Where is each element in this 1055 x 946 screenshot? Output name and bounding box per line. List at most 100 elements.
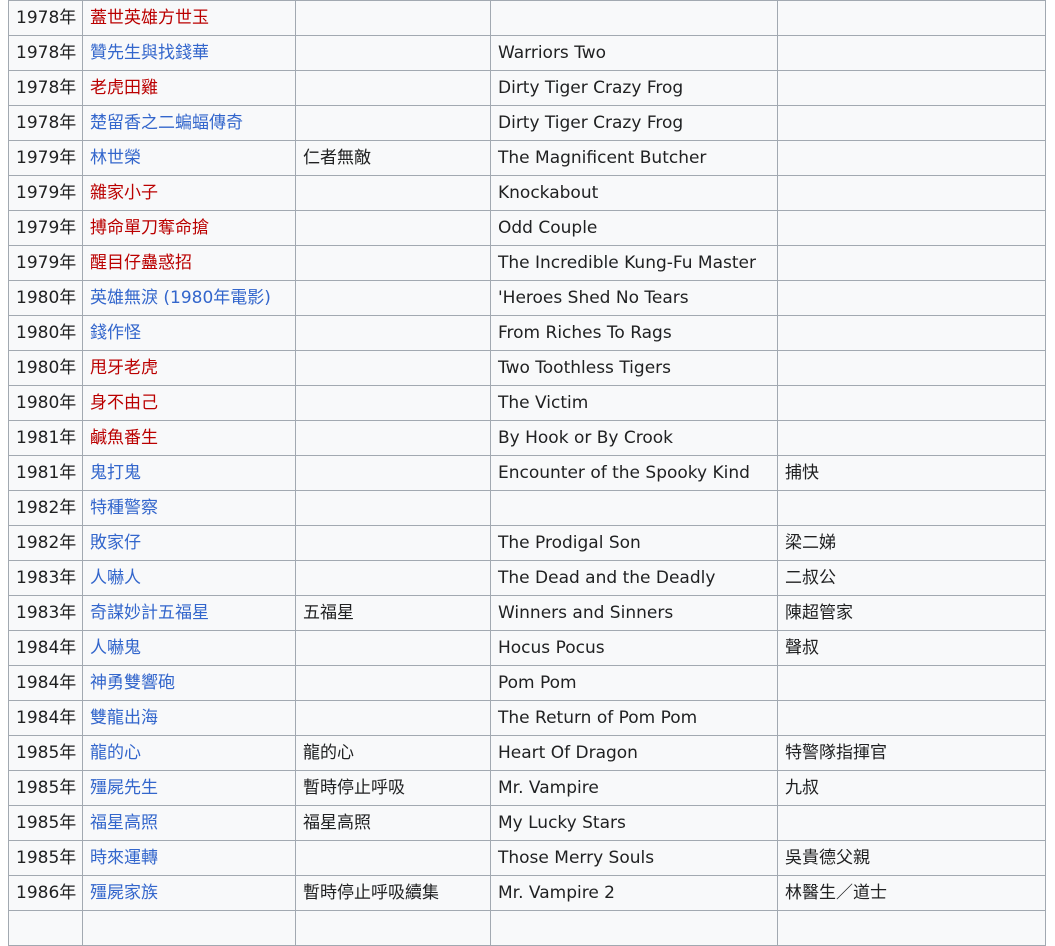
english-title-cell: By Hook or By Crook — [490, 420, 778, 456]
film-title-link[interactable]: 時來運轉 — [90, 848, 158, 868]
role-cell — [777, 350, 1046, 386]
english-title-cell — [490, 0, 778, 36]
film-title-link[interactable]: 搏命單刀奪命搶 — [90, 218, 209, 238]
film-title-link[interactable]: 特種警察 — [90, 498, 158, 518]
role-cell — [777, 0, 1046, 36]
english-title-cell: Dirty Tiger Crazy Frog — [490, 105, 778, 141]
table-row: 1985年 時來運轉 Those Merry Souls 吳貴德父親 — [8, 840, 1046, 876]
film-title-link[interactable]: 神勇雙響砲 — [90, 673, 175, 693]
film-title-link[interactable]: 奇謀妙計五福星 — [90, 603, 209, 623]
english-title-cell: Dirty Tiger Crazy Frog — [490, 70, 778, 106]
table-row: 1980年 英雄無淚 (1980年電影) 'Heroes Shed No Tears — [8, 280, 1046, 316]
year-cell: 1984年 — [8, 700, 83, 736]
table-row: 1980年 錢作怪 From Riches To Rags — [8, 315, 1046, 351]
alt-title-cell — [295, 210, 491, 246]
film-title-link[interactable]: 鬼打鬼 — [90, 463, 141, 483]
film-title-link[interactable]: 人嚇鬼 — [90, 638, 141, 658]
table-row: 1982年 敗家仔 The Prodigal Son 梁二娣 — [8, 525, 1046, 561]
english-title-cell: The Prodigal Son — [490, 525, 778, 561]
year-cell: 1985年 — [8, 770, 83, 806]
year-cell: 1982年 — [8, 490, 83, 526]
film-title-link[interactable]: 龍的心 — [90, 743, 141, 763]
title-cell: 雙龍出海 — [82, 700, 296, 736]
film-title-link[interactable]: 老虎田雞 — [90, 78, 158, 98]
alt-title-cell — [295, 420, 491, 456]
english-title-cell: Heart Of Dragon — [490, 735, 778, 771]
empty-cell — [295, 910, 491, 946]
english-title-cell: The Victim — [490, 385, 778, 421]
english-title-cell: My Lucky Stars — [490, 805, 778, 841]
film-title-link[interactable]: 殭屍家族 — [90, 883, 158, 903]
english-title-cell: Hocus Pocus — [490, 630, 778, 666]
film-title-link[interactable]: 甩牙老虎 — [90, 358, 158, 378]
role-cell — [777, 420, 1046, 456]
filmography-table-container: 1978年 蓋世英雄方世玉 1978年 贊先生與找錢華 Warriors Two 1978… — [8, 0, 1046, 946]
role-cell — [777, 35, 1046, 71]
title-cell: 錢作怪 — [82, 315, 296, 351]
title-cell: 英雄無淚 (1980年電影) — [82, 280, 296, 316]
english-title-cell: Warriors Two — [490, 35, 778, 71]
film-title-link[interactable]: 身不由己 — [90, 393, 158, 413]
table-row: 1983年 奇謀妙計五福星 五福星 Winners and Sinners 陳超管家 — [8, 595, 1046, 631]
film-title-link[interactable]: 雙龍出海 — [90, 708, 158, 728]
film-title-link[interactable]: 殭屍先生 — [90, 778, 158, 798]
filmography-table-body: 1978年 蓋世英雄方世玉 1978年 贊先生與找錢華 Warriors Two 1978… — [8, 0, 1046, 946]
table-row: 1978年 蓋世英雄方世玉 — [8, 0, 1046, 36]
alt-title-cell: 福星高照 — [295, 805, 491, 841]
role-cell: 聲叔 — [777, 630, 1046, 666]
english-title-cell: Winners and Sinners — [490, 595, 778, 631]
film-title-link[interactable]: 楚留香之二蝙蝠傳奇 — [90, 113, 243, 133]
role-cell — [777, 175, 1046, 211]
film-title-link[interactable]: 人嚇人 — [90, 568, 141, 588]
year-cell: 1985年 — [8, 805, 83, 841]
english-title-cell: 'Heroes Shed No Tears — [490, 280, 778, 316]
table-row: 1981年 鬼打鬼 Encounter of the Spooky Kind 捕快 — [8, 455, 1046, 491]
table-row: 1979年 雜家小子 Knockabout — [8, 175, 1046, 211]
role-cell — [777, 665, 1046, 701]
english-title-cell: The Dead and the Deadly — [490, 560, 778, 596]
alt-title-cell — [295, 315, 491, 351]
alt-title-cell: 龍的心 — [295, 735, 491, 771]
film-title-link[interactable]: 英雄無淚 (1980年電影) — [90, 288, 271, 308]
english-title-cell — [490, 490, 778, 526]
role-cell: 捕快 — [777, 455, 1046, 491]
table-row: 1986年 殭屍家族 暫時停止呼吸續集 Mr. Vampire 2 林醫生／道士 — [8, 875, 1046, 911]
english-title-cell: The Magnificent Butcher — [490, 140, 778, 176]
role-cell: 吳貴德父親 — [777, 840, 1046, 876]
year-cell: 1984年 — [8, 665, 83, 701]
role-cell — [777, 105, 1046, 141]
year-cell: 1978年 — [8, 0, 83, 36]
alt-title-cell: 仁者無敵 — [295, 140, 491, 176]
title-cell: 奇謀妙計五福星 — [82, 595, 296, 631]
year-cell: 1985年 — [8, 840, 83, 876]
table-row: 1979年 醒目仔蠱惑招 The Incredible Kung-Fu Master — [8, 245, 1046, 281]
film-title-link[interactable]: 鹹魚番生 — [90, 428, 158, 448]
year-cell: 1980年 — [8, 280, 83, 316]
english-title-cell: From Riches To Rags — [490, 315, 778, 351]
film-title-link[interactable]: 福星高照 — [90, 813, 158, 833]
film-title-link[interactable]: 雜家小子 — [90, 183, 158, 203]
role-cell: 九叔 — [777, 770, 1046, 806]
year-cell: 1980年 — [8, 350, 83, 386]
film-title-link[interactable]: 蓋世英雄方世玉 — [90, 8, 209, 28]
film-title-link[interactable]: 醒目仔蠱惑招 — [90, 253, 192, 273]
film-title-link[interactable]: 林世榮 — [90, 148, 141, 168]
english-title-cell: Mr. Vampire — [490, 770, 778, 806]
role-cell — [777, 315, 1046, 351]
year-cell: 1982年 — [8, 525, 83, 561]
table-row: 1980年 身不由己 The Victim — [8, 385, 1046, 421]
title-cell: 鬼打鬼 — [82, 455, 296, 491]
empty-cell — [82, 910, 296, 946]
table-row: 1985年 福星高照 福星高照 My Lucky Stars — [8, 805, 1046, 841]
film-title-link[interactable]: 贊先生與找錢華 — [90, 43, 209, 63]
table-row: 1978年 老虎田雞 Dirty Tiger Crazy Frog — [8, 70, 1046, 106]
year-cell: 1979年 — [8, 210, 83, 246]
film-title-link[interactable]: 錢作怪 — [90, 323, 141, 343]
title-cell: 醒目仔蠱惑招 — [82, 245, 296, 281]
english-title-cell: The Incredible Kung-Fu Master — [490, 245, 778, 281]
film-title-link[interactable]: 敗家仔 — [90, 533, 141, 553]
role-cell — [777, 490, 1046, 526]
english-title-cell: Those Merry Souls — [490, 840, 778, 876]
alt-title-cell — [295, 245, 491, 281]
role-cell — [777, 385, 1046, 421]
